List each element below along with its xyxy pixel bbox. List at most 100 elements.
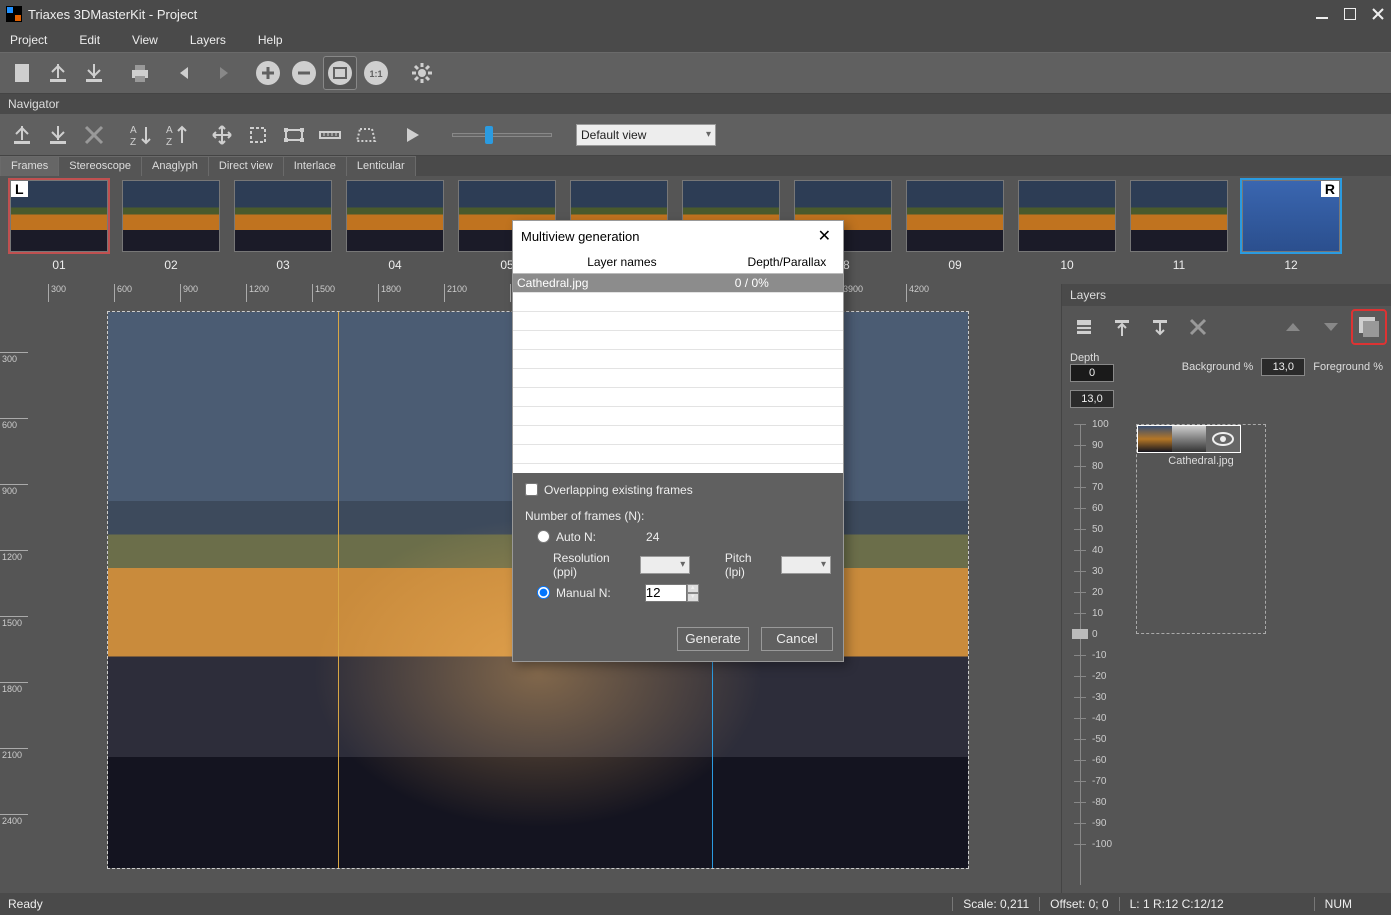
foreground-input[interactable] — [1070, 390, 1114, 408]
auto-n-value: 24 — [646, 530, 659, 544]
layer-item[interactable]: Cathedral.jpg — [1136, 424, 1266, 634]
view-select-label: Default view — [581, 128, 646, 142]
transform-tool-button[interactable] — [278, 119, 310, 151]
menu-help[interactable]: Help — [258, 33, 283, 47]
tab-frames[interactable]: Frames — [0, 156, 59, 176]
zoom-in-button[interactable] — [252, 57, 284, 89]
menu-view[interactable]: View — [132, 33, 158, 47]
export-frame-button[interactable] — [42, 119, 74, 151]
layer-visibility-icon[interactable] — [1206, 426, 1240, 452]
background-label: Background % — [1182, 361, 1254, 373]
overlap-checkbox[interactable]: Overlapping existing frames — [525, 483, 831, 497]
zoom-slider[interactable] — [452, 133, 552, 137]
new-project-button[interactable] — [6, 57, 38, 89]
menu-edit[interactable]: Edit — [79, 33, 100, 47]
frame-thumb[interactable]: 09 — [906, 180, 1004, 282]
undo-button[interactable] — [170, 57, 202, 89]
depth-input[interactable] — [1070, 364, 1114, 382]
frame-thumb[interactable]: 10 — [1018, 180, 1116, 282]
open-project-button[interactable] — [42, 57, 74, 89]
manual-n-radio[interactable]: Manual N: — [537, 586, 611, 600]
save-project-button[interactable] — [78, 57, 110, 89]
zoom-out-button[interactable] — [288, 57, 320, 89]
redo-button[interactable] — [206, 57, 238, 89]
layer-table: Layer namesDepth/Parallax Cathedral.jpg0… — [513, 251, 843, 293]
frame-number: 01 — [52, 258, 65, 272]
tab-lenticular[interactable]: Lenticular — [346, 156, 416, 176]
view-select[interactable]: Default view▾ — [576, 124, 716, 146]
view-tabs: Frames Stereoscope Anaglyph Direct view … — [0, 156, 1391, 176]
frame-number: 03 — [276, 258, 289, 272]
actual-size-button[interactable]: 1:1 — [360, 57, 392, 89]
crop-tool-button[interactable] — [242, 119, 274, 151]
frame-number: 12 — [1284, 258, 1297, 272]
auto-n-radio[interactable]: Auto N: — [537, 530, 596, 544]
frame-thumb[interactable]: 02 — [122, 180, 220, 282]
move-layer-up-button[interactable] — [1277, 311, 1309, 343]
dialog-titlebar[interactable]: Multiview generation ✕ — [513, 221, 843, 251]
perspective-tool-button[interactable] — [350, 119, 382, 151]
minimize-button[interactable] — [1315, 7, 1329, 21]
layer-down-button[interactable] — [1144, 311, 1176, 343]
svg-text:1:1: 1:1 — [369, 69, 382, 79]
background-input[interactable] — [1261, 358, 1305, 376]
delete-frame-button[interactable] — [78, 119, 110, 151]
svg-text:Z: Z — [166, 137, 172, 147]
status-lrc: L: 1 R:12 C:12/12 — [1119, 897, 1234, 911]
table-row[interactable]: Cathedral.jpg0 / 0% — [513, 273, 843, 292]
generate-button[interactable]: Generate — [677, 627, 749, 651]
delete-layer-button[interactable] — [1182, 311, 1214, 343]
move-tool-button[interactable] — [206, 119, 238, 151]
frame-number: 11 — [1173, 258, 1185, 272]
status-scale: Scale: 0,211 — [952, 897, 1039, 911]
navigator-toolbar: AZ AZ Default view▾ — [0, 114, 1391, 156]
resolution-label: Resolution (ppi) — [553, 551, 630, 579]
nframes-label: Number of frames (N): — [525, 509, 831, 523]
menu-project[interactable]: Project — [10, 33, 47, 47]
new-layer-button[interactable] — [1068, 311, 1100, 343]
close-button[interactable] — [1371, 7, 1385, 21]
dialog-title: Multiview generation — [521, 229, 640, 244]
layers-panel: Layers Depth Background % Foreground % — [1061, 284, 1391, 893]
frame-thumb[interactable]: L01 — [10, 180, 108, 282]
frame-thumb[interactable]: 03 — [234, 180, 332, 282]
sort-desc-button[interactable]: AZ — [160, 119, 192, 151]
titlebar: Triaxes 3DMasterKit - Project — [0, 0, 1391, 28]
tab-interlace[interactable]: Interlace — [283, 156, 347, 176]
settings-button[interactable] — [406, 57, 438, 89]
multiview-button[interactable] — [1353, 311, 1385, 343]
play-button[interactable] — [396, 119, 428, 151]
pitch-select[interactable]: ▾ — [781, 556, 831, 574]
print-button[interactable] — [124, 57, 156, 89]
add-frame-button[interactable] — [6, 119, 38, 151]
depth-label: Depth — [1070, 352, 1114, 364]
layer-up-button[interactable] — [1106, 311, 1138, 343]
depth-scale[interactable]: 1009080706050403020100-10-20-30-40-50-60… — [1070, 424, 1126, 885]
app-icon — [6, 6, 22, 22]
layer-name: Cathedral.jpg — [1137, 455, 1265, 467]
frame-thumb[interactable]: 04 — [346, 180, 444, 282]
frame-number: 10 — [1060, 258, 1073, 272]
frame-thumb[interactable]: 11 — [1130, 180, 1228, 282]
col-depth: Depth/Parallax — [731, 251, 843, 273]
main-toolbar: 1:1 — [0, 52, 1391, 94]
status-bar: Ready Scale: 0,211 Offset: 0; 0 L: 1 R:1… — [0, 893, 1391, 915]
resolution-select[interactable]: ▾ — [640, 556, 690, 574]
dialog-close-button[interactable]: ✕ — [814, 226, 835, 246]
sort-asc-button[interactable]: AZ — [124, 119, 156, 151]
ruler-tool-button[interactable] — [314, 119, 346, 151]
tab-direct-view[interactable]: Direct view — [208, 156, 284, 176]
manual-n-spinner[interactable]: ▲▼ — [645, 584, 699, 602]
tab-anaglyph[interactable]: Anaglyph — [141, 156, 209, 176]
depth-handle[interactable] — [1072, 629, 1088, 639]
menu-layers[interactable]: Layers — [190, 33, 226, 47]
cancel-button[interactable]: Cancel — [761, 627, 833, 651]
navigator-header: Navigator — [0, 94, 1391, 114]
move-layer-down-button[interactable] — [1315, 311, 1347, 343]
frame-thumb[interactable]: R12 — [1242, 180, 1340, 282]
fit-view-button[interactable] — [324, 57, 356, 89]
frame-number: 04 — [388, 258, 401, 272]
maximize-button[interactable] — [1343, 7, 1357, 21]
tab-stereoscope[interactable]: Stereoscope — [58, 156, 142, 176]
foreground-label: Foreground % — [1313, 361, 1383, 373]
